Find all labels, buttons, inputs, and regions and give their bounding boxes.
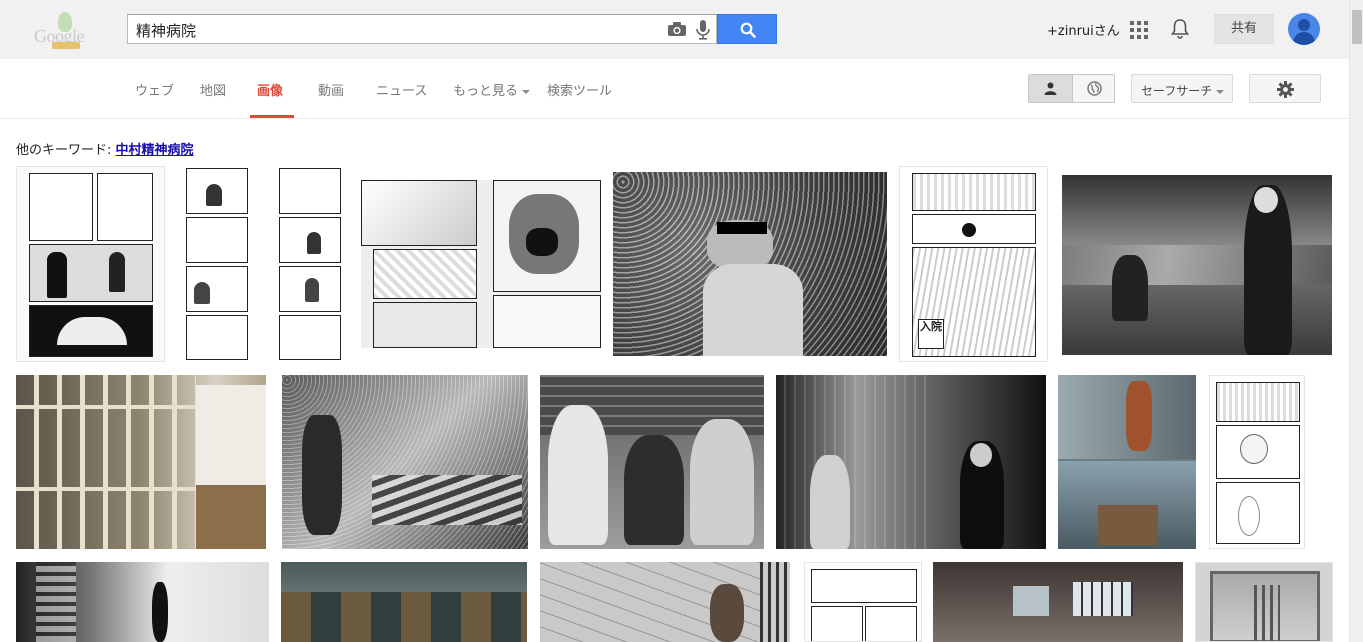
mic-icon[interactable] xyxy=(696,20,710,40)
apps-grid-icon[interactable] xyxy=(1130,21,1148,39)
chevron-down-icon xyxy=(1216,89,1225,94)
search-type-nav: ウェブ 地図 画像 動画 ニュース もっと見る 検索ツール セーフサーチ xyxy=(0,59,1349,119)
scroll-thumb[interactable] xyxy=(1352,10,1362,44)
image-result[interactable] xyxy=(184,166,250,362)
search-input[interactable]: 精神病院 xyxy=(127,14,717,44)
image-result[interactable]: 入院 xyxy=(899,166,1048,362)
image-result[interactable] xyxy=(1062,175,1332,355)
image-result[interactable] xyxy=(282,375,528,549)
active-tab-indicator xyxy=(250,115,294,118)
image-result[interactable] xyxy=(540,375,764,549)
google-doodle-logo[interactable]: Google xyxy=(30,12,90,50)
tab-maps[interactable]: 地図 xyxy=(200,80,226,99)
personal-results-button[interactable] xyxy=(1029,75,1072,102)
search-query-text[interactable]: 精神病院 xyxy=(136,20,196,41)
image-result[interactable] xyxy=(776,375,1046,549)
tab-more-label: もっと見る xyxy=(453,84,519,99)
tab-more[interactable]: もっと見る xyxy=(453,80,531,99)
tab-images[interactable]: 画像 xyxy=(257,80,283,99)
image-result[interactable] xyxy=(281,562,527,642)
related-prefix: 他のキーワード: xyxy=(16,143,112,158)
user-profile-link[interactable]: +zinruiさん xyxy=(1047,20,1120,39)
safesearch-dropdown[interactable]: セーフサーチ xyxy=(1131,74,1233,103)
image-result[interactable] xyxy=(1058,375,1196,549)
safesearch-label: セーフサーチ xyxy=(1141,84,1213,98)
image-result[interactable] xyxy=(804,562,922,642)
avatar[interactable] xyxy=(1288,13,1320,45)
tab-search-tools[interactable]: 検索ツール xyxy=(547,80,612,99)
search-icon xyxy=(740,22,756,38)
top-header: Google 精神病院 +zinruiさん 共有 xyxy=(0,0,1349,59)
person-icon xyxy=(1044,82,1057,95)
related-keywords: 他のキーワード: 中村精神病院 xyxy=(16,139,194,158)
global-results-button[interactable] xyxy=(1072,75,1114,102)
image-result[interactable] xyxy=(540,562,790,642)
image-result[interactable] xyxy=(16,562,269,642)
manga-caption: 入院 xyxy=(918,319,944,349)
image-result[interactable] xyxy=(16,166,165,362)
image-result[interactable] xyxy=(613,172,887,356)
image-result[interactable] xyxy=(1195,562,1333,642)
gear-icon xyxy=(1277,81,1294,98)
tab-web[interactable]: ウェブ xyxy=(135,80,174,99)
image-result[interactable] xyxy=(16,375,266,549)
image-result[interactable] xyxy=(933,562,1183,642)
chevron-down-icon xyxy=(522,89,531,94)
personal-results-toggle xyxy=(1028,74,1115,103)
page-scrollbar[interactable] xyxy=(1349,0,1363,642)
image-result[interactable] xyxy=(1209,375,1305,549)
tab-news[interactable]: ニュース xyxy=(376,80,427,99)
globe-icon xyxy=(1087,81,1102,96)
settings-button[interactable] xyxy=(1249,74,1321,103)
search-button[interactable] xyxy=(717,14,777,44)
share-button[interactable]: 共有 xyxy=(1214,14,1274,44)
tab-videos[interactable]: 動画 xyxy=(318,80,344,99)
bell-icon[interactable] xyxy=(1171,19,1189,39)
image-result[interactable] xyxy=(277,166,343,362)
image-result[interactable] xyxy=(361,180,601,348)
camera-icon[interactable] xyxy=(668,22,686,36)
related-keyword-link[interactable]: 中村精神病院 xyxy=(116,143,194,158)
